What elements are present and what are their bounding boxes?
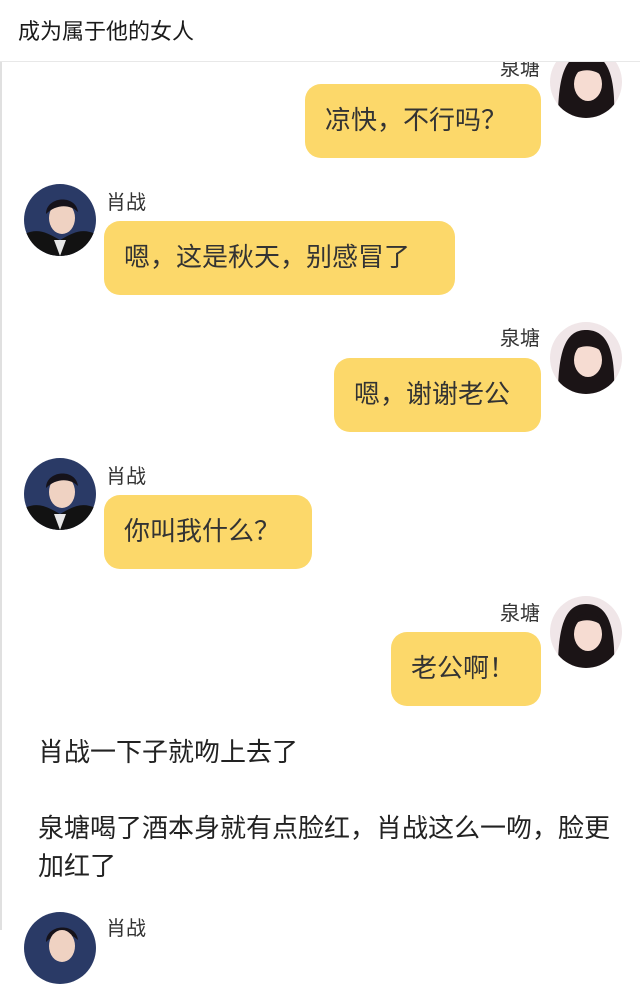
avatar-male[interactable] bbox=[24, 912, 96, 984]
sender-name: 肖战 bbox=[106, 916, 146, 940]
message-bubble[interactable]: 老公啊！ bbox=[391, 632, 541, 706]
avatar-male[interactable] bbox=[24, 184, 96, 256]
narration-text: 肖战一下子就吻上去了 bbox=[38, 738, 299, 768]
sender-name: 泉塘 bbox=[500, 326, 540, 350]
divider bbox=[0, 62, 2, 930]
sender-name: 肖战 bbox=[106, 464, 146, 488]
avatar-male[interactable] bbox=[24, 458, 96, 530]
message-bubble[interactable]: 嗯，这是秋天，别感冒了 bbox=[104, 221, 455, 295]
message-bubble[interactable]: 你叫我什么？ bbox=[104, 495, 312, 569]
page-title: 成为属于他的女人 bbox=[18, 20, 195, 45]
message-bubble[interactable]: 嗯，谢谢老公 bbox=[334, 358, 541, 432]
top-bar: 成为属于他的女人 bbox=[0, 0, 640, 62]
message-bubble[interactable]: 凉快，不行吗？ bbox=[305, 84, 541, 158]
narration-text: 泉塘喝了酒本身就有点脸红，肖战这么一吻，脸更加红了 bbox=[38, 814, 611, 882]
avatar-female[interactable] bbox=[550, 322, 622, 394]
avatar-female[interactable] bbox=[550, 596, 622, 668]
sender-name: 泉塘 bbox=[500, 601, 540, 625]
sender-name: 肖战 bbox=[106, 190, 146, 214]
